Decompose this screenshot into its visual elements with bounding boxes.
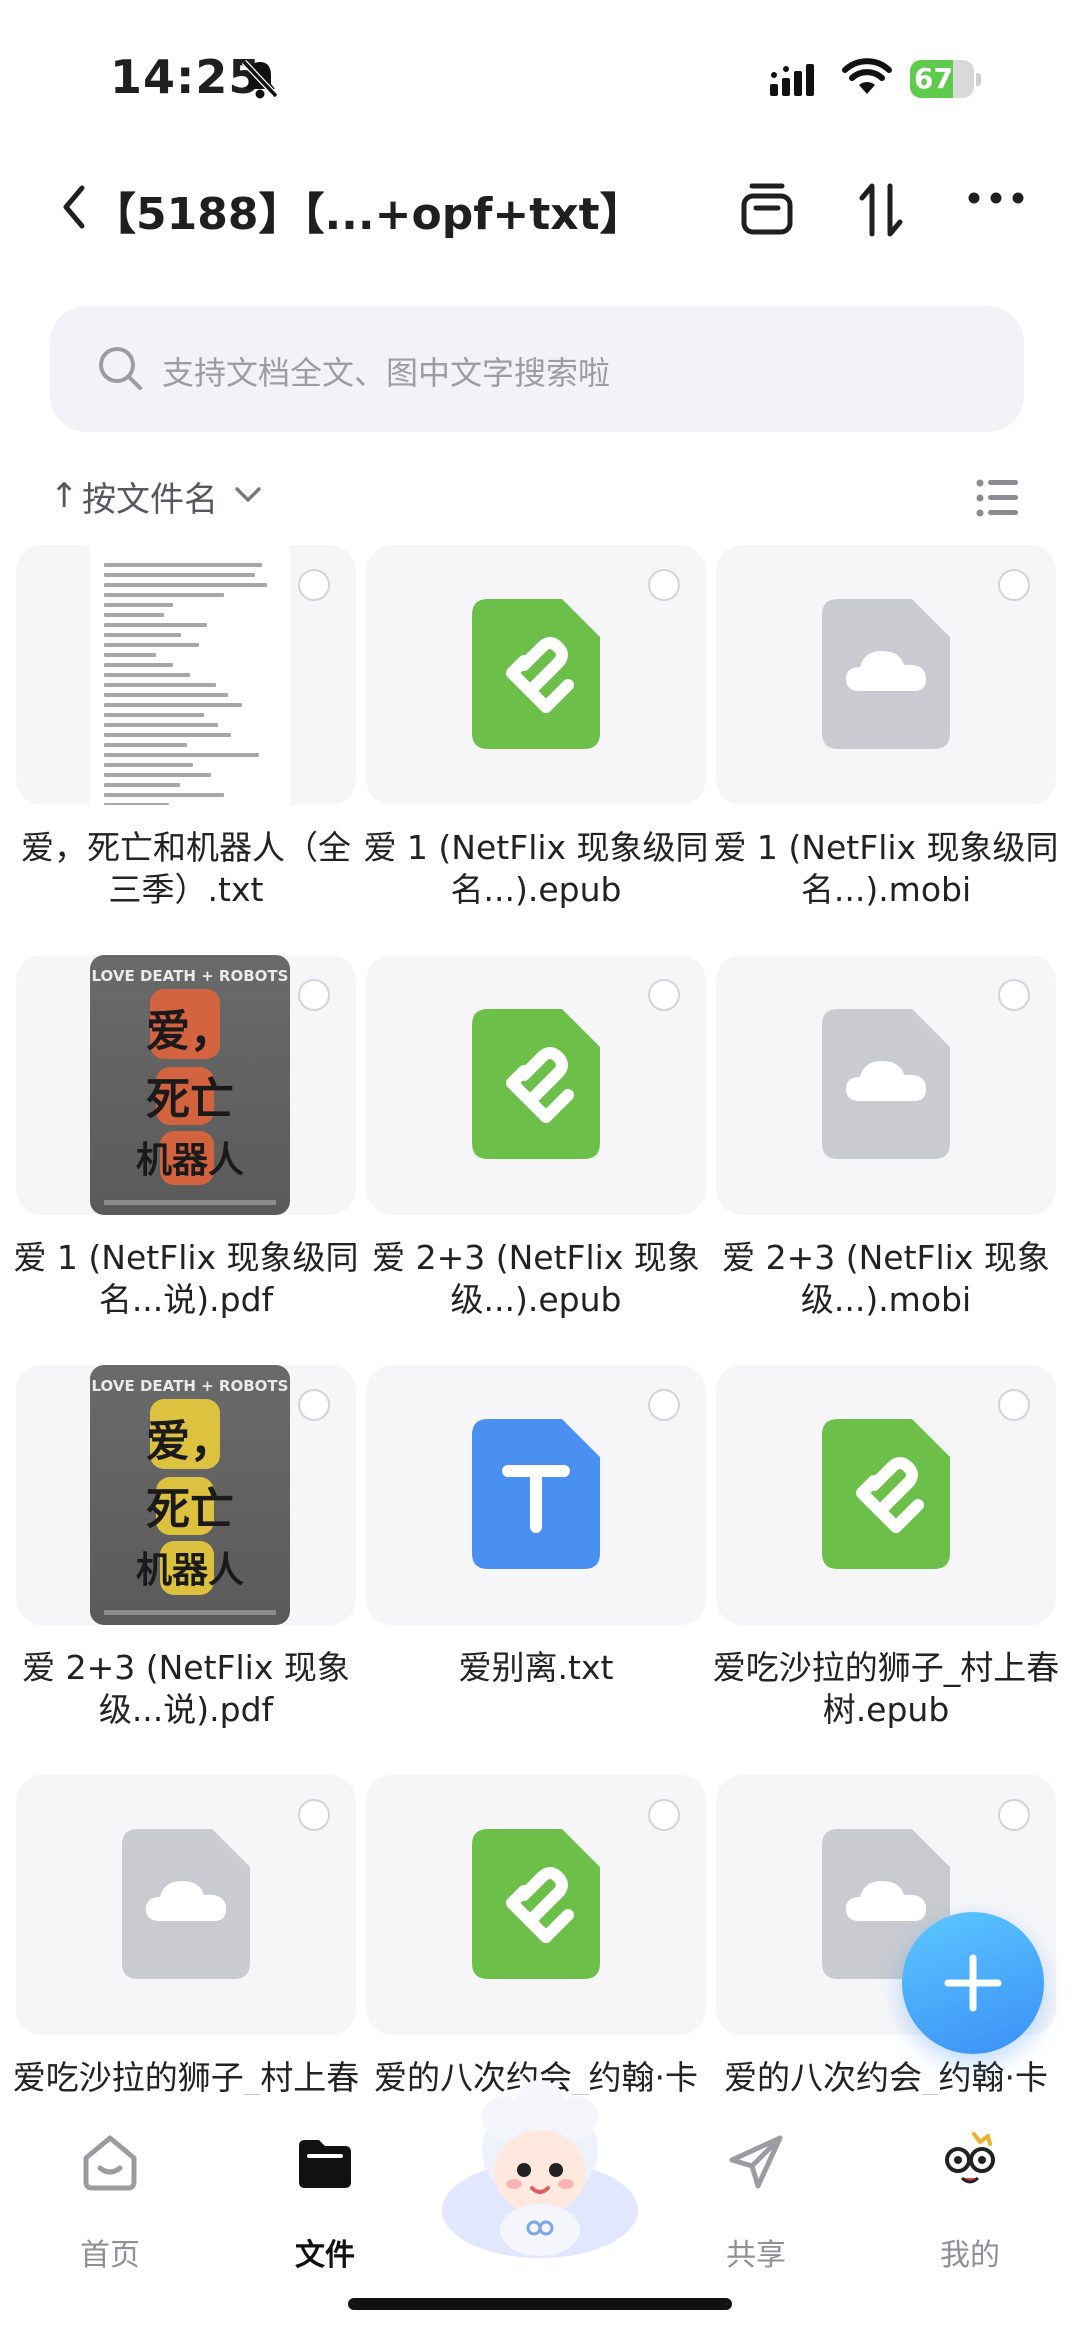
home-indicator xyxy=(348,2298,732,2310)
sort-label: 按文件名 xyxy=(82,480,218,520)
nav-files[interactable]: 文件 xyxy=(245,2130,405,2273)
file-thumbnail xyxy=(366,955,706,1215)
more-dots-icon[interactable] xyxy=(968,190,1024,206)
file-name: 爱别离.txt xyxy=(458,1648,614,1687)
search-placeholder: 支持文档全文、图中文字搜索啦 xyxy=(162,354,611,392)
profile-face-icon xyxy=(945,2132,995,2184)
cover-char: 爱， xyxy=(146,1006,234,1057)
nav-home[interactable]: 首页 xyxy=(30,2130,190,2273)
file-name: 爱的八次约会_约翰·卡特勒.mobi xyxy=(724,2058,1048,2095)
sort-arrow: ↑ xyxy=(50,476,79,516)
file-name: 爱 2+3 (NetFlix 现象级...).mobi xyxy=(722,1238,1050,1319)
wifi-icon xyxy=(842,58,892,94)
nav-label-home: 首页 xyxy=(80,2238,140,2273)
file-name: 爱吃沙拉的狮子_村上春树.epub xyxy=(712,1648,1060,1729)
file-name: 爱 1 (NetFlix 现象级同名...).epub xyxy=(363,828,709,909)
file-name: 爱，死亡和机器人（全三季）.txt xyxy=(21,828,351,909)
mascot-icon[interactable] xyxy=(440,2080,640,2280)
book-cover: LOVE DEATH + ROBOTS 爱， 死亡机器人 xyxy=(90,1365,290,1625)
cover-char: 机器人 xyxy=(135,1550,244,1591)
file-thumbnail: LOVE DEATH + ROBOTS 爱， 死亡机器人 xyxy=(16,1365,356,1625)
chevron-left-icon[interactable] xyxy=(58,182,88,232)
bell-off-icon xyxy=(241,59,279,99)
file-thumbnail xyxy=(366,1365,706,1625)
file-thumbnail xyxy=(16,1775,356,2035)
folder-title: 【5188】【...+opf+txt】 xyxy=(92,189,644,240)
select-checkbox[interactable] xyxy=(998,569,1030,601)
select-checkbox[interactable] xyxy=(298,1799,330,1831)
plus-icon xyxy=(944,1954,1002,2012)
chevron-down-icon xyxy=(235,487,261,502)
send-icon xyxy=(729,2135,783,2189)
home-icon xyxy=(83,2135,137,2191)
file-thumbnail xyxy=(716,955,1056,1215)
signal-icon xyxy=(770,64,814,96)
file-thumbnail xyxy=(716,1365,1056,1625)
battery-text: 67 xyxy=(914,62,953,95)
select-checkbox[interactable] xyxy=(648,979,680,1011)
nav-label-files: 文件 xyxy=(295,2238,355,2273)
status-bar: 14:25 67 xyxy=(0,0,1080,150)
file-grid: 爱，死亡和机器人（全三季）.txt 爱 1 (NetFlix 现象级同名...).… xyxy=(0,545,1080,2095)
battery-indicator: 67 xyxy=(910,60,982,100)
select-checkbox[interactable] xyxy=(998,1389,1030,1421)
cover-char: 机器人 xyxy=(135,1140,244,1181)
archive-box-icon[interactable] xyxy=(738,180,796,238)
cover-title: LOVE DEATH + ROBOTS xyxy=(91,967,289,985)
cloud-file-icon xyxy=(122,1829,250,1979)
epub-file-icon xyxy=(472,1009,600,1159)
select-checkbox[interactable] xyxy=(648,1389,680,1421)
select-checkbox[interactable] xyxy=(298,569,330,601)
sort-row: ↑ 按文件名 xyxy=(0,470,1080,530)
epub-file-icon xyxy=(472,1829,600,1979)
select-checkbox[interactable] xyxy=(648,569,680,601)
cover-char: 死亡 xyxy=(146,1074,234,1125)
file-thumbnail: LOVE DEATH + ROBOTS 爱， 死亡机器人 xyxy=(16,955,356,1215)
select-checkbox[interactable] xyxy=(648,1799,680,1831)
list-view-icon[interactable] xyxy=(976,478,1020,518)
select-checkbox[interactable] xyxy=(298,1389,330,1421)
file-name: 爱 2+3 (NetFlix 现象级...).epub xyxy=(372,1238,700,1319)
txt-preview xyxy=(90,545,290,805)
nav-label-profile: 我的 xyxy=(940,2238,1000,2273)
file-name: 爱吃沙拉的狮子_村上春树.mobi xyxy=(12,2058,360,2095)
cover-char: 爱， xyxy=(146,1416,234,1467)
cover-char: 死亡 xyxy=(146,1484,234,1535)
cloud-file-icon xyxy=(822,1009,950,1159)
file-thumbnail xyxy=(366,545,706,805)
nav-label-share: 共享 xyxy=(726,2238,786,2273)
txt-file-icon xyxy=(472,1419,600,1569)
top-header: 【5188】【...+opf+txt】 xyxy=(0,160,1080,260)
file-name: 爱 1 (NetFlix 现象级同名...).mobi xyxy=(713,828,1059,909)
file-thumbnail xyxy=(16,545,356,805)
add-file-button[interactable] xyxy=(902,1912,1044,2054)
select-checkbox[interactable] xyxy=(298,979,330,1011)
sort-updown-icon[interactable] xyxy=(856,180,906,240)
file-thumbnail xyxy=(716,545,1056,805)
file-name: 爱 1 (NetFlix 现象级同名...说).pdf xyxy=(13,1238,359,1319)
book-cover: LOVE DEATH + ROBOTS 爱， 死亡机器人 xyxy=(90,955,290,1215)
file-name: 爱 2+3 (NetFlix 现象级...说).pdf xyxy=(22,1648,350,1729)
search-icon xyxy=(99,347,142,390)
file-thumbnail xyxy=(366,1775,706,2035)
select-checkbox[interactable] xyxy=(998,979,1030,1011)
nav-share[interactable]: 共享 xyxy=(676,2130,836,2273)
epub-file-icon xyxy=(822,1419,950,1569)
cloud-file-icon xyxy=(822,599,950,749)
select-checkbox[interactable] xyxy=(998,1799,1030,1831)
nav-profile[interactable]: 我的 xyxy=(890,2130,1050,2273)
status-time: 14:25 xyxy=(110,50,262,104)
folder-icon xyxy=(299,2140,351,2188)
search-input[interactable]: 支持文档全文、图中文字搜索啦 xyxy=(50,306,1024,432)
epub-file-icon xyxy=(472,599,600,749)
cover-title: LOVE DEATH + ROBOTS xyxy=(91,1377,289,1395)
